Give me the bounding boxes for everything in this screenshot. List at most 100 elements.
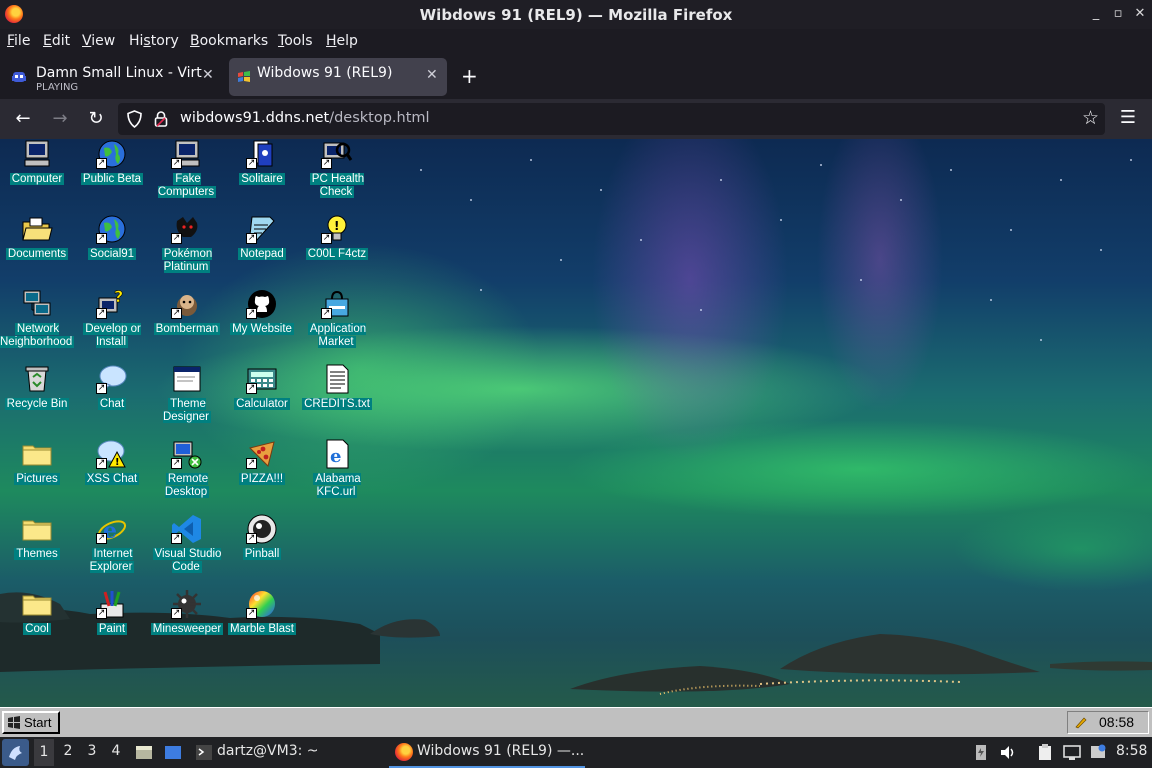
url-host: wibdows91.ddns.net [180, 110, 330, 126]
screen: Wibdows 91 (REL9) — Mozilla Firefox _ ▫ … [0, 0, 1152, 768]
desktop-icon[interactable]: ↗ Solitaire [225, 139, 299, 206]
reload-button[interactable]: ↻ [84, 107, 108, 131]
menu-file-label: ile [14, 33, 31, 49]
star-dot [900, 199, 902, 201]
desktop-icon-label-text: Pokémon Platinum [161, 248, 213, 273]
desktop-icon[interactable]: ? ↗ Develop or Install [75, 286, 149, 356]
tracking-protection-shield-icon[interactable] [126, 110, 143, 128]
desktop-icon[interactable]: ↗ Fake Computers [150, 139, 224, 206]
svg-text:?: ? [114, 288, 123, 306]
tab-damn-small-linux[interactable]: Damn Small Linux - Virtu PLAYING ✕ [4, 58, 220, 96]
terminal-icon [196, 745, 212, 760]
battery-icon[interactable] [972, 744, 990, 761]
desktop-icon-label-text: PC Health Check [309, 173, 365, 198]
menu-help[interactable]: Help [326, 33, 358, 49]
desktop-icon[interactable]: ↗ Calculator [225, 361, 299, 431]
close-tab-button[interactable]: ✕ [426, 67, 438, 83]
desktop-icon[interactable]: ↗ Pinball [225, 511, 299, 581]
menu-history-mnemonic: s [143, 33, 151, 49]
tab-wibdows-91[interactable]: Wibdows 91 (REL9) ✕ [229, 58, 447, 96]
lock-icon[interactable] [154, 110, 168, 128]
desktop-show-icon[interactable] [164, 744, 182, 761]
shortcut-arrow-icon: ↗ [321, 158, 332, 169]
url-bar[interactable]: wibdows91.ddns.net/desktop.html ☆ [118, 103, 1105, 135]
close-tab-button[interactable]: ✕ [202, 67, 214, 83]
desktop-icon[interactable]: e ↗ Internet Explorer [75, 511, 149, 581]
menu-bookmarks[interactable]: Bookmarks [190, 33, 268, 49]
close-window-button[interactable]: ✕ [1131, 5, 1149, 23]
desktop-icon[interactable]: ↗ Public Beta [75, 139, 149, 206]
whisker-menu-button[interactable] [2, 739, 29, 766]
shortcut-arrow-icon: ↗ [321, 308, 332, 319]
network-icon[interactable] [1063, 744, 1081, 761]
desktop-icon[interactable]: ↗ Paint [75, 586, 149, 656]
pen-tray-icon[interactable] [1074, 715, 1088, 729]
shortcut-arrow-icon: ↗ [246, 233, 257, 244]
workspace-3[interactable]: 3 [82, 743, 102, 759]
workspace-2[interactable]: 2 [58, 743, 78, 759]
desktop-icon-label-text: Marble Blast [228, 623, 296, 635]
desktop-icon[interactable]: ↗ PIZZA!!! [225, 436, 299, 506]
desktop-icon[interactable]: ↗ PC Health Check [300, 139, 374, 206]
bookmark-star-icon[interactable]: ☆ [1082, 107, 1099, 129]
shortcut-arrow-icon: ↗ [96, 308, 107, 319]
desktop-icon-label: Pictures [0, 473, 74, 486]
new-tab-button[interactable]: + [461, 66, 478, 86]
desktop-icon[interactable]: ↗ Pokémon Platinum [150, 211, 224, 281]
task-firefox[interactable]: Wibdows 91 (REL9) —... [389, 737, 585, 768]
menu-edit[interactable]: Edit [43, 33, 70, 49]
desktop-icon[interactable]: e Alabama KFC.url [300, 436, 374, 506]
desktop-icon[interactable]: Pictures [0, 436, 74, 506]
desktop-icon-label: XSS Chat [75, 473, 149, 486]
desktop-icon[interactable]: ! ↗ C00L F4ctz [300, 211, 374, 281]
desktop-icon[interactable]: Computer [0, 139, 74, 206]
workspace-4[interactable]: 4 [106, 743, 126, 759]
menu-file[interactable]: File [7, 33, 30, 49]
task-terminal[interactable]: dartz@VM3: ~ [217, 743, 319, 759]
desktop-icon-label: Recycle Bin [0, 398, 74, 411]
desktop-icon[interactable]: ! ↗ XSS Chat [75, 436, 149, 506]
app-menu-button[interactable]: ☰ [1118, 107, 1138, 131]
notifications-icon[interactable] [1089, 744, 1107, 761]
minimize-button[interactable]: _ [1087, 5, 1105, 23]
desktop-icon[interactable]: ↗ Minesweeper [150, 586, 224, 656]
menu-edit-mnemonic: E [43, 33, 52, 49]
menu-view[interactable]: View [82, 33, 115, 49]
menu-history[interactable]: History [129, 33, 179, 49]
desktop-icon[interactable]: ↗ Notepad [225, 211, 299, 281]
desktop-icon[interactable]: Documents [0, 211, 74, 281]
forward-button[interactable]: → [48, 107, 72, 131]
menu-tools[interactable]: Tools [278, 33, 313, 49]
desktop-icon[interactable]: ↗ Remote Desktop [150, 436, 224, 506]
desktop-icon[interactable]: Theme Designer [150, 361, 224, 431]
volume-icon[interactable] [999, 744, 1017, 761]
desktop-icon-label-text: Computer [9, 173, 65, 185]
panel-clock[interactable]: 8:58 [1116, 743, 1147, 759]
desktop-icon[interactable]: ↗ Visual Studio Code [150, 511, 224, 581]
desktop-icon[interactable]: CREDITS.txt [300, 361, 374, 431]
window-icon [173, 366, 201, 392]
file-manager-icon[interactable] [135, 744, 153, 761]
desktop-icon[interactable]: Recycle Bin [0, 361, 74, 431]
url-text[interactable]: wibdows91.ddns.net/desktop.html [180, 110, 430, 126]
desktop-icon[interactable]: ↗ My Website [225, 286, 299, 356]
desktop-icon[interactable]: ↗ Chat [75, 361, 149, 431]
desktop-icon[interactable]: ↗ Social91 [75, 211, 149, 281]
star-dot [720, 179, 722, 181]
desktop-icon[interactable]: Cool [0, 586, 74, 656]
desktop-icon-label: Minesweeper [150, 623, 224, 636]
clipboard-icon[interactable] [1036, 744, 1054, 761]
wibdows-desktop[interactable]: Computer ↗ Public Beta ↗ Fake Computers ↗ Soli… [0, 139, 1152, 707]
start-button[interactable]: Start [2, 711, 60, 734]
restore-button[interactable]: ▫ [1109, 5, 1127, 23]
desktop-icon[interactable]: ↗ Bomberman [150, 286, 224, 356]
desktop-icon-label-text: Develop or Install [83, 323, 141, 348]
desktop-icon-label: Pinball [225, 548, 299, 561]
workspace-1[interactable]: 1 [34, 739, 54, 766]
desktop-icon[interactable]: ↗ Marble Blast [225, 586, 299, 656]
desktop-icon[interactable]: Network Neighborhood [0, 286, 75, 356]
back-button[interactable]: ← [11, 107, 35, 131]
desktop-icon[interactable]: ↗ Application Market [300, 286, 374, 356]
window-title-bar[interactable]: Wibdows 91 (REL9) — Mozilla Firefox _ ▫ … [0, 0, 1152, 29]
desktop-icon[interactable]: Themes [0, 511, 74, 581]
